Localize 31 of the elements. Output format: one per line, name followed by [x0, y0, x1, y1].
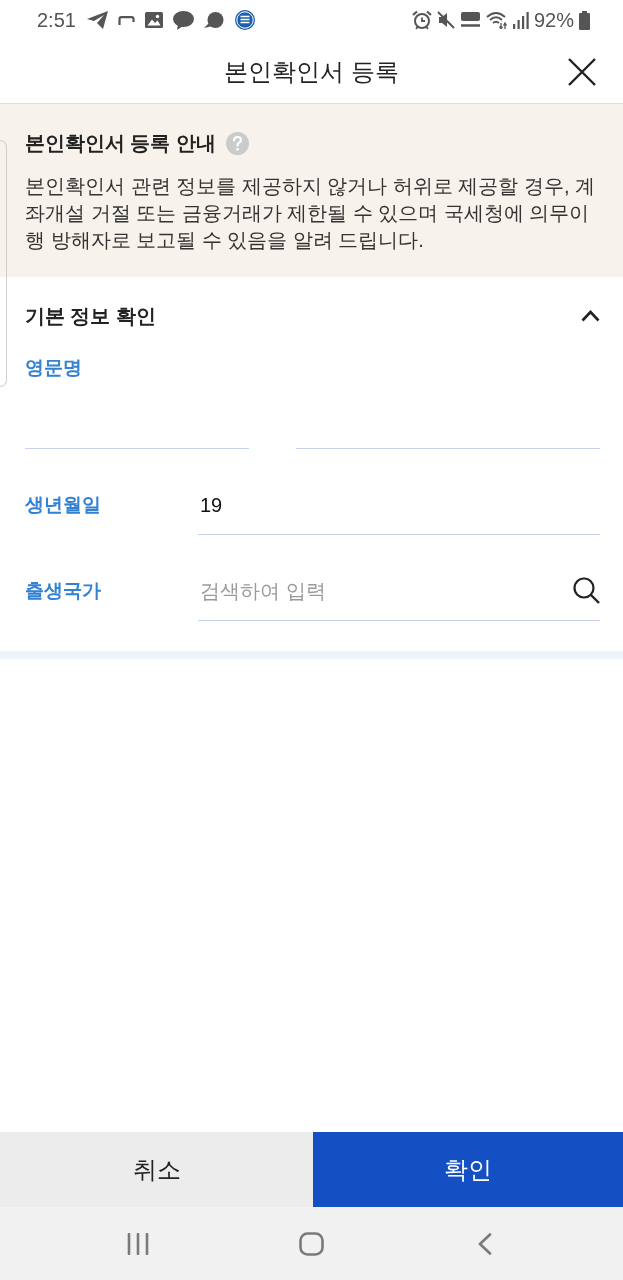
notice-text: 본인확인서 관련 정보를 제공하지 않거나 허위로 제공할 경우, 계좌개설 거절 또는 금융거래가 제한될 수 있으며 국세청에 의무이행 방해자로 보고될 수 있음을 알려 드립니다. [25, 174, 596, 253]
section-title: 기본 정보 확인 [25, 303, 156, 329]
hd-voice-icon [459, 11, 481, 29]
alarm-clock-icon [411, 10, 432, 30]
field-label: 출생국가 [25, 579, 102, 603]
cancel-button[interactable]: 취소 [0, 1132, 313, 1207]
battery-percent: 92% [533, 8, 574, 32]
signal-icon [512, 11, 529, 29]
recent-apps-icon[interactable] [126, 1232, 149, 1255]
back-icon[interactable] [478, 1232, 493, 1255]
chat-bubble-icon [172, 10, 194, 30]
close-icon[interactable] [568, 57, 596, 86]
notice-title: 본인확인서 등록 안내 [25, 130, 216, 156]
confirm-button[interactable]: 확인 [313, 1132, 623, 1207]
paper-plane-icon [86, 11, 108, 29]
wifi-icon [485, 11, 508, 29]
speech-bubble-icon [203, 11, 225, 29]
mute-icon [436, 11, 455, 29]
image-icon [144, 12, 163, 28]
search-field[interactable]: 검색하여 입력 [198, 577, 600, 621]
page-title: 본인확인서 등록 [224, 56, 399, 87]
field-label: 영문명 [25, 356, 82, 380]
battery-icon [579, 10, 590, 30]
search-icon[interactable] [573, 577, 600, 604]
arch-icon [117, 15, 135, 25]
date-input-field[interactable]: 19 [198, 491, 600, 535]
field-label: 생년월일 [25, 493, 102, 517]
status-time: 2:51 [37, 8, 76, 32]
home-icon[interactable] [299, 1231, 324, 1256]
app-logo-icon [234, 10, 255, 30]
chevron-up-icon[interactable] [581, 310, 600, 322]
